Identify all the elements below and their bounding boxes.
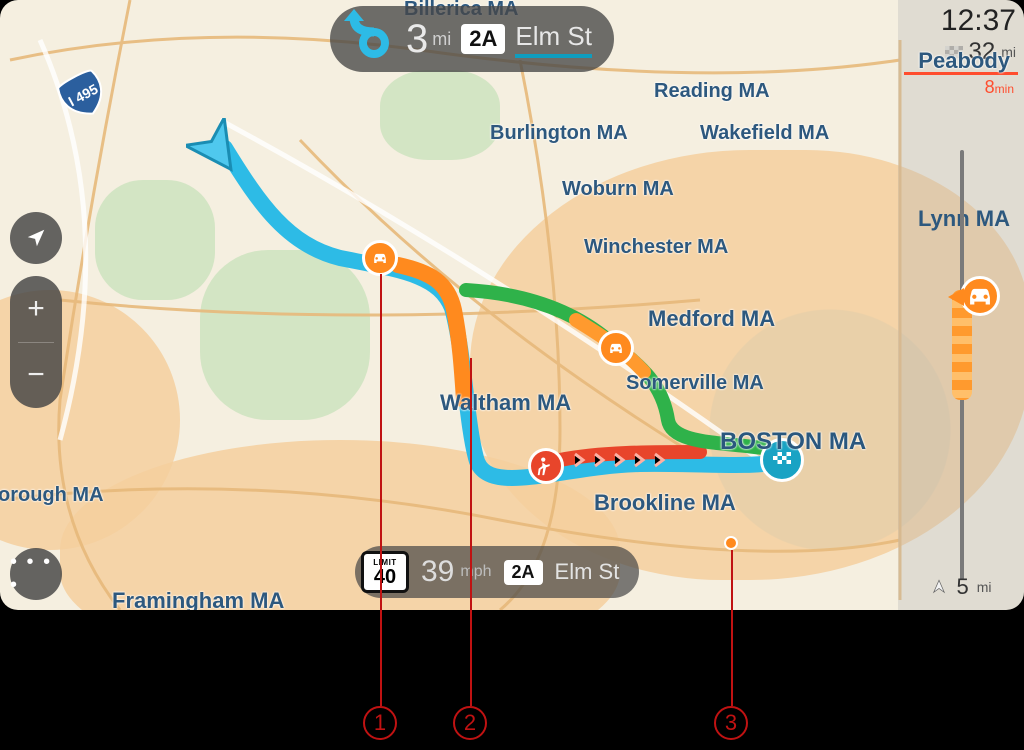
zoom-in-button[interactable]: + (10, 276, 62, 342)
north-arrow-icon (930, 578, 948, 596)
zoom-control: + − (10, 276, 62, 408)
status-exit: 2A (504, 560, 543, 585)
city-label: Wakefield MA (700, 122, 829, 145)
routebar-scale: 5 mi (898, 574, 1024, 600)
instr-distance: 3 (406, 17, 428, 62)
annotation-line-1 (380, 274, 382, 706)
delay-value: 8 (985, 77, 995, 97)
delay-unit: min (995, 82, 1014, 96)
poi-dot (724, 536, 738, 550)
zoom-out-button[interactable]: − (10, 343, 62, 409)
annotation-number-2: 2 (453, 706, 487, 740)
instr-street: Elm St (515, 21, 592, 58)
city-label: Reading MA (654, 80, 770, 103)
city-label: Framingham MA (112, 588, 284, 610)
status-bar[interactable]: LIMIT 40 39 mph 2A Elm St (355, 546, 639, 598)
city-label-boston: BOSTON MA (720, 428, 866, 456)
status-street: Elm St (555, 559, 620, 585)
city-label: Peabody (918, 48, 1010, 74)
main-menu-button[interactable]: • • • • (10, 548, 62, 600)
annotation-line-3 (731, 550, 733, 706)
city-label: Woburn MA (562, 178, 674, 201)
road-network (0, 0, 1024, 610)
routebar-traffic-pin[interactable] (960, 276, 1018, 316)
annotation-number-1: 1 (363, 706, 397, 740)
annotation-number-3: 3 (714, 706, 748, 740)
navigation-screenshot: { "instruction": { "distance": "3", "dis… (0, 0, 1024, 750)
city-label: Medford MA (648, 306, 775, 332)
speed-limit-value: 40 (374, 567, 396, 587)
arrival-time: 12:37 (941, 4, 1016, 38)
city-label: Burlington MA (490, 122, 628, 145)
routebar-scale-unit: mi (977, 579, 992, 595)
annotation-line-2 (470, 358, 472, 706)
city-label: Somerville MA (626, 372, 764, 395)
city-label: Winchester MA (584, 236, 728, 259)
roadworks-icon[interactable] (528, 448, 564, 484)
traffic-icon[interactable] (362, 240, 398, 276)
instr-exit: 2A (461, 24, 505, 54)
next-instruction-panel[interactable]: 3 mi 2A Elm St (330, 6, 614, 72)
current-position-marker (186, 118, 246, 183)
current-speed: 39 (421, 555, 454, 589)
turn-left-roundabout-icon (340, 9, 396, 70)
city-label: Brookline MA (594, 490, 736, 516)
speed-limit-sign: LIMIT 40 (361, 551, 409, 593)
instr-distance-unit: mi (432, 29, 451, 50)
map-canvas[interactable]: I 495 (0, 0, 1024, 610)
city-label: Waltham MA (440, 390, 571, 416)
city-label: orough MA (0, 484, 104, 507)
traffic-delay: 8min (898, 75, 1024, 98)
traffic-icon[interactable] (598, 330, 634, 366)
route-bar[interactable]: 12:37 32 mi 8min Peabody Lynn MA (898, 0, 1024, 610)
routebar-scale-value: 5 (956, 574, 968, 600)
recenter-button[interactable] (10, 212, 62, 264)
current-speed-unit: mph (460, 563, 491, 581)
